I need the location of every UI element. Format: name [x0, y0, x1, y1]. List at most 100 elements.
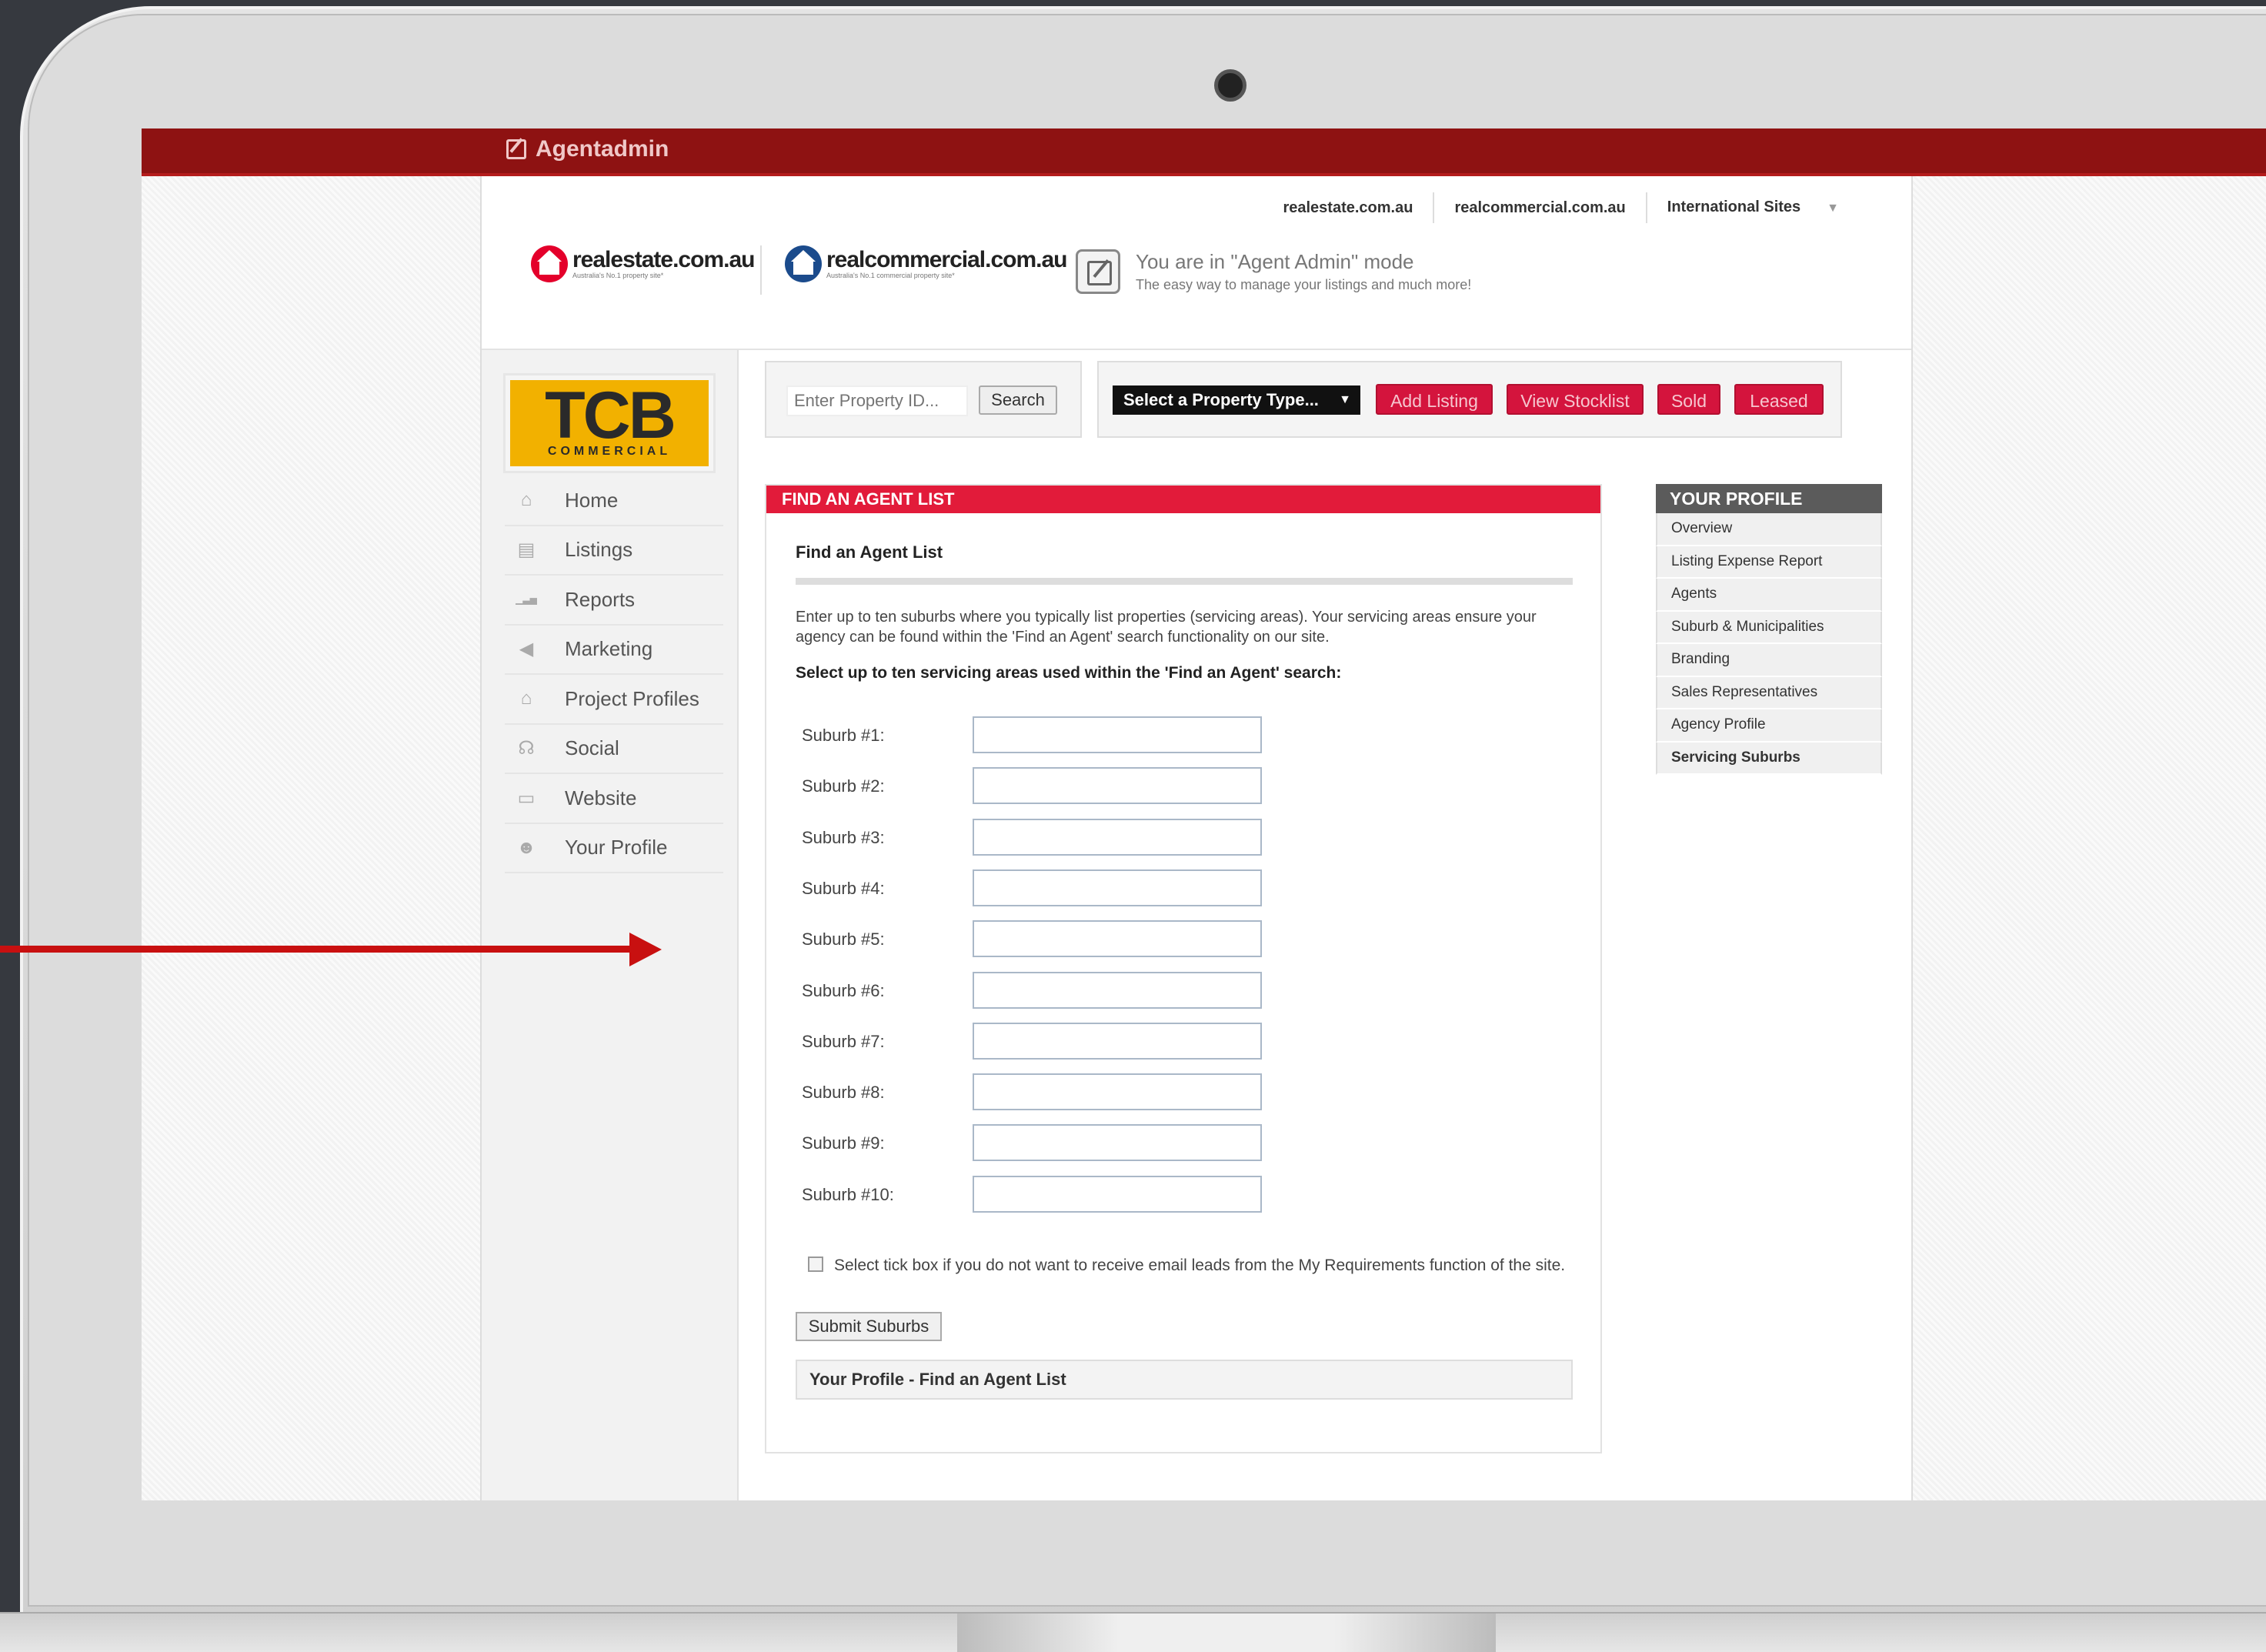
suburb-row: Suburb #3: [802, 818, 1294, 856]
suburb-label: Suburb #2: [802, 776, 885, 796]
suburb-row: Suburb #7: [802, 1022, 1294, 1060]
view-stocklist-button[interactable]: View Stocklist [1507, 384, 1644, 415]
realcommercial-logo[interactable]: realcommercial.com.au Australia's No.1 c… [785, 245, 1068, 282]
property-type-select[interactable]: Select a Property Type... ▼ [1113, 385, 1360, 415]
mode-title: You are in "Agent Admin" mode [1136, 250, 1414, 273]
sidebar-item-label: Project Profiles [565, 686, 699, 710]
realcommercial-logo-text: realcommercial.com.au [826, 247, 1068, 272]
search-button[interactable]: Search [979, 385, 1057, 415]
home-icon: ⌂ [520, 489, 532, 511]
realestate-logo-text: realestate.com.au [572, 247, 755, 272]
screen: Agentadmin realestate.com.au realcommerc… [142, 128, 2266, 1500]
agency-logo-text: TCB [545, 379, 676, 452]
suburb-input-9[interactable] [973, 1124, 1262, 1162]
sidebar-item-label: Social [565, 736, 619, 760]
listing-actions: Select a Property Type... ▼ Add Listing … [1097, 361, 1842, 438]
mode-subtitle: The easy way to manage your listings and… [1136, 277, 1472, 292]
panel-description: Enter up to ten suburbs where you typica… [796, 609, 1537, 646]
suburb-input-5[interactable] [973, 920, 1262, 958]
sidebar-item-label: Website [565, 786, 637, 809]
suburb-input-10[interactable] [973, 1175, 1262, 1213]
suburb-row: Suburb #5: [802, 920, 1294, 958]
suburb-input-7[interactable] [973, 1022, 1262, 1060]
sidebar-item-label: Marketing [565, 637, 653, 661]
arrow-right-icon [629, 933, 662, 966]
property-id-input[interactable] [786, 385, 968, 416]
site-links: realestate.com.au realcommercial.com.au … [1263, 192, 1879, 224]
suburb-row: Suburb #6: [802, 971, 1294, 1009]
chevron-down-icon: ▼ [1827, 202, 1839, 215]
sidebar-item-social[interactable]: ☊ Social [505, 725, 723, 774]
suburb-label: Suburb #8: [802, 1083, 885, 1103]
email-leads-optout: Select tick box if you do not want to re… [802, 1255, 1579, 1277]
panel-footer: Your Profile - Find an Agent List [796, 1360, 1573, 1400]
suburb-row: Suburb #10: [802, 1175, 1294, 1213]
suburb-label: Suburb #3: [802, 827, 885, 847]
sidebar-item-listings[interactable]: ▤ Listings [505, 526, 723, 576]
suburb-input-8[interactable] [973, 1073, 1262, 1111]
panel-divider [796, 578, 1573, 585]
property-search: Search [765, 361, 1082, 438]
social-icon: ☊ [518, 738, 535, 759]
chevron-down-icon: ▼ [1339, 393, 1351, 406]
suburb-input-6[interactable] [973, 971, 1262, 1009]
profile-menu-item-servicing-suburbs[interactable]: Servicing Suburbs [1656, 742, 1882, 775]
sidebar-item-website[interactable]: ▭ Website [505, 774, 723, 824]
profile-menu-item-listing-expense-report[interactable]: Listing Expense Report [1656, 546, 1882, 579]
sidebar-nav: ⌂ Home ▤ Listings ▁▃▅ Reports ◀ Marketing ⌂ Proje… [505, 476, 723, 873]
suburb-row: Suburb #4: [802, 869, 1294, 906]
profile-menu-item-suburb-municipalities[interactable]: Suburb & Municipalities [1656, 611, 1882, 644]
profile-menu-item-agency-profile[interactable]: Agency Profile [1656, 709, 1882, 743]
realestate-logo[interactable]: realestate.com.au Australia's No.1 prope… [531, 245, 755, 282]
suburb-label: Suburb #1: [802, 726, 885, 745]
sold-button[interactable]: Sold [1657, 384, 1720, 415]
profile-menu-item-agents[interactable]: Agents [1656, 579, 1882, 612]
edit-icon [1076, 249, 1120, 294]
suburb-label: Suburb #9: [802, 1133, 885, 1153]
suburb-row: Suburb #1: [802, 716, 1294, 753]
house-icon [785, 245, 822, 282]
house-icon [531, 245, 568, 282]
profile-menu-item-sales-representatives[interactable]: Sales Representatives [1656, 676, 1882, 709]
sidebar-item-marketing[interactable]: ◀ Marketing [505, 626, 723, 675]
suburb-input-3[interactable] [973, 818, 1262, 856]
panel-header: FIND AN AGENT LIST [766, 486, 1600, 513]
suburb-input-4[interactable] [973, 869, 1262, 906]
top-bar: Agentadmin [142, 128, 2266, 176]
suburb-input-2[interactable] [973, 767, 1262, 805]
app-brand[interactable]: Agentadmin [506, 136, 669, 162]
optout-label: Select tick box if you do not want to re… [834, 1257, 1566, 1274]
profile-menu-item-branding[interactable]: Branding [1656, 644, 1882, 677]
annotation-arrow [0, 946, 632, 953]
suburb-input-1[interactable] [973, 716, 1262, 753]
submit-suburbs-button[interactable]: Submit Suburbs [796, 1312, 942, 1341]
link-realcommercial[interactable]: realcommercial.com.au [1434, 192, 1647, 223]
sidebar-item-reports[interactable]: ▁▃▅ Reports [505, 576, 723, 626]
mode-banner: You are in "Agent Admin" mode The easy w… [1076, 249, 1471, 294]
users-icon: ☻ [516, 836, 536, 858]
suburb-label: Suburb #6: [802, 980, 885, 1000]
profile-menu-item-overview[interactable]: Overview [1656, 513, 1882, 546]
page: realestate.com.au realcommercial.com.au … [480, 176, 1913, 1500]
suburb-label: Suburb #7: [802, 1031, 885, 1051]
add-listing-button[interactable]: Add Listing [1376, 384, 1493, 415]
suburb-label: Suburb #4: [802, 878, 885, 898]
find-agent-panel: FIND AN AGENT LIST Find an Agent List En… [765, 484, 1602, 1453]
sidebar-item-project-profiles[interactable]: ⌂ Project Profiles [505, 675, 723, 725]
sidebar-item-your-profile[interactable]: ☻ Your Profile [505, 824, 723, 873]
edit-icon [506, 139, 526, 159]
suburb-row: Suburb #9: [802, 1124, 1294, 1162]
suburb-label: Suburb #5: [802, 929, 885, 949]
logo-divider [760, 245, 762, 295]
webcam [1214, 69, 1246, 102]
link-realestate[interactable]: realestate.com.au [1263, 192, 1435, 223]
international-sites-dropdown[interactable]: International Sites ▼ [1647, 192, 1879, 224]
realcommercial-logo-tagline: Australia's No.1 commercial property sit… [826, 272, 955, 279]
optout-checkbox[interactable] [808, 1257, 823, 1272]
sidebar-item-label: Home [565, 488, 619, 512]
leased-button[interactable]: Leased [1734, 384, 1824, 415]
sidebar-item-label: Listings [565, 538, 633, 562]
sidebar-item-home[interactable]: ⌂ Home [505, 476, 723, 526]
agency-logo-subtext: COMMERCIAL [547, 445, 672, 458]
monitor-icon: ▭ [517, 787, 536, 809]
